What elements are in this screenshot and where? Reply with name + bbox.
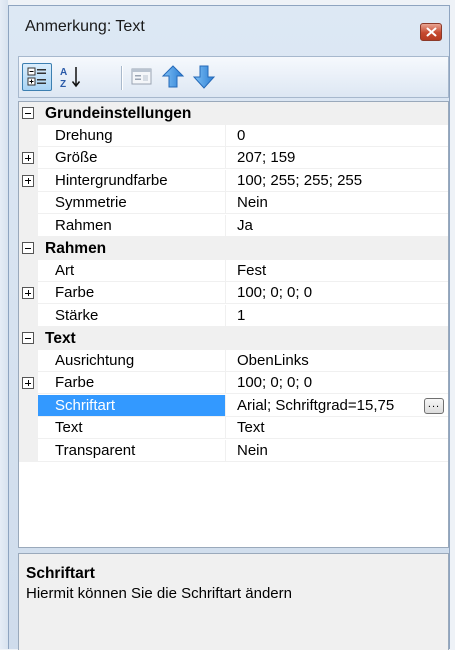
row-margin [19,259,38,282]
property-row[interactable]: Farbe 100; 0; 0; 0 [19,282,448,305]
category-row[interactable]: Rahmen [19,237,448,260]
row-margin [19,394,38,417]
property-value[interactable]: Arial; Schriftgrad=15,75 ... [226,395,448,417]
category-row[interactable]: Text [19,327,448,350]
property-value[interactable]: 207; 159 [226,147,448,169]
property-pages-button[interactable] [127,63,157,91]
property-row[interactable]: Größe 207; 159 [19,147,448,170]
property-name[interactable]: Größe [38,147,226,169]
category-label: Rahmen [45,240,107,257]
toolbar: A Z [18,56,449,98]
property-name[interactable]: Schriftart [38,394,226,417]
property-row[interactable]: Drehung 0 [19,124,448,147]
row-margin [19,304,38,327]
property-row[interactable]: Ausrichtung ObenLinks [19,349,448,372]
property-value[interactable]: Nein [226,440,448,462]
property-name[interactable]: Rahmen [38,214,226,237]
property-value[interactable]: 0 [226,125,448,147]
row-margin [19,192,38,215]
property-row[interactable]: Text Text [19,417,448,440]
property-row[interactable]: Art Fest [19,259,448,282]
property-grid: Grundeinstellungen Drehung 0 Größe 207; … [18,101,449,548]
property-value[interactable]: Nein [226,192,448,214]
property-row[interactable]: Rahmen Ja [19,214,448,237]
expand-icon[interactable] [22,377,34,389]
sort-alphabetical-button[interactable]: A Z [57,63,87,91]
close-button[interactable] [420,23,442,41]
property-value[interactable]: ObenLinks [226,350,448,372]
property-name[interactable]: Symmetrie [38,192,226,214]
property-name[interactable]: Hintergrundfarbe [38,169,226,192]
row-margin [19,417,38,440]
title-bar[interactable]: Anmerkung: Text [9,6,449,48]
row-margin [19,439,38,462]
property-name[interactable]: Art [38,259,226,282]
property-pages-icon [131,68,152,85]
property-value[interactable]: Fest [226,260,448,282]
property-row[interactable]: Hintergrundfarbe 100; 255; 255; 255 [19,169,448,192]
property-name[interactable]: Farbe [38,282,226,304]
property-name[interactable]: Stärke [38,304,226,327]
collapse-icon[interactable] [22,107,34,119]
move-down-button[interactable] [189,63,219,91]
category-label: Grundeinstellungen [45,105,192,122]
property-value[interactable]: Ja [226,215,448,237]
property-name[interactable]: Drehung [38,124,226,147]
property-row[interactable]: Farbe 100; 0; 0; 0 [19,372,448,395]
property-row[interactable]: Symmetrie Nein [19,192,448,215]
move-up-button[interactable] [158,63,188,91]
arrow-up-icon [161,65,185,88]
property-value[interactable]: Text [226,417,448,439]
property-row[interactable]: Transparent Nein [19,439,448,462]
property-name[interactable]: Farbe [38,372,226,394]
description-title: Schriftart [26,565,95,582]
category-row[interactable]: Grundeinstellungen [19,102,448,125]
property-value[interactable]: 1 [226,305,448,327]
arrow-down-icon [192,65,216,89]
row-margin [19,124,38,147]
expand-icon[interactable] [22,152,34,164]
categorized-button[interactable] [22,63,52,91]
expand-icon[interactable] [22,287,34,299]
collapse-icon[interactable] [22,242,34,254]
category-label: Text [45,330,76,347]
svg-text:A: A [60,67,67,78]
close-icon [426,27,437,37]
sort-alphabetical-icon: A Z [60,67,81,90]
row-margin [19,214,38,237]
property-row[interactable]: Stärke 1 [19,304,448,327]
window-title: Anmerkung: Text [25,18,145,35]
property-row-selected[interactable]: Schriftart Arial; Schriftgrad=15,75 ... [19,394,448,417]
properties-window: Anmerkung: Text A Z Grundeinstellungen D… [8,5,450,650]
expand-icon[interactable] [22,174,34,187]
ellipsis-button[interactable]: ... [424,397,444,414]
property-value-text: Arial; Schriftgrad=15,75 [237,396,395,414]
property-name[interactable]: Ausrichtung [38,349,226,372]
description-panel: Schriftart Hiermit können Sie die Schrif… [18,553,449,650]
background-edge [0,0,8,649]
property-value[interactable]: 100; 0; 0; 0 [226,372,448,394]
property-value[interactable]: 100; 0; 0; 0 [226,282,448,304]
property-name[interactable]: Transparent [38,439,226,462]
description-text: Hiermit können Sie die Schriftart ändern [26,585,292,602]
toolbar-separator [121,66,123,90]
property-value[interactable]: 100; 255; 255; 255 [226,170,448,192]
svg-text:Z: Z [60,79,66,90]
row-margin [19,349,38,372]
collapse-icon[interactable] [22,332,34,344]
property-name[interactable]: Text [38,417,226,439]
categorized-icon [27,67,46,86]
